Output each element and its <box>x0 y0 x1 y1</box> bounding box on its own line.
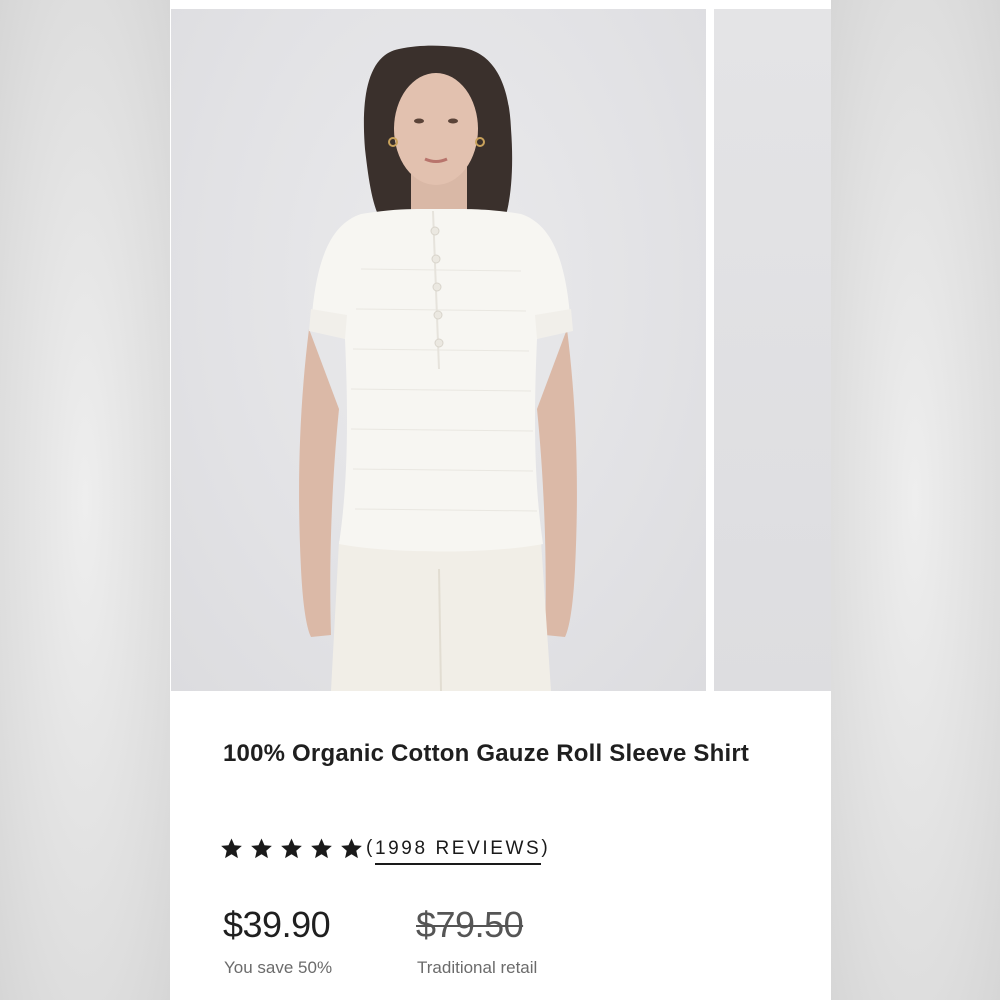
savings-label: You save 50% <box>224 958 333 977</box>
star-icon <box>281 837 302 858</box>
star-icon <box>251 837 272 858</box>
star-icon <box>221 837 242 858</box>
reviews-paren-close: ) <box>541 837 551 858</box>
star-icon <box>341 837 362 858</box>
image-gallery[interactable] <box>170 9 831 691</box>
product-title: 100% Organic Cotton Gauze Roll Sleeve Sh… <box>223 740 750 767</box>
rating-row: ( 1998 REVIEWS ) <box>220 832 550 865</box>
product-image-main[interactable] <box>171 9 706 691</box>
background-blur-left <box>0 0 170 1000</box>
reviews-link[interactable]: ( 1998 REVIEWS ) <box>366 832 550 865</box>
background-blur-right <box>830 0 1000 1000</box>
sale-price: $39.90 <box>223 904 331 945</box>
model-photo <box>299 45 577 691</box>
original-price: $79.50 <box>416 904 524 945</box>
original-price-label: Traditional retail <box>417 958 538 977</box>
reviews-count: 1998 REVIEWS <box>374 838 542 865</box>
product-card: 100% Organic Cotton Gauze Roll Sleeve Sh… <box>170 0 831 1000</box>
product-image-next[interactable] <box>714 9 831 691</box>
reviews-paren-open: ( <box>366 837 375 858</box>
star-icon <box>311 837 332 858</box>
